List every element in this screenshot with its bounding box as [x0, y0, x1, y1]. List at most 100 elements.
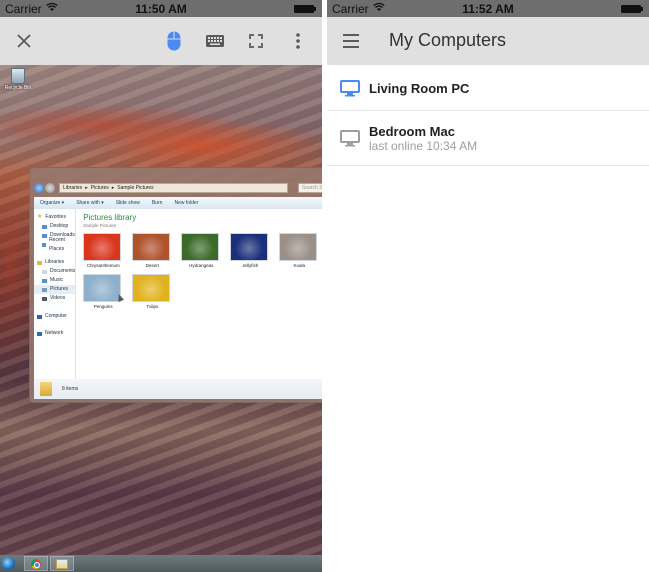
- music-icon: [42, 278, 47, 283]
- status-bar: Carrier 11:50 AM: [0, 0, 322, 17]
- computer-icon: [37, 314, 42, 319]
- nav-recent-places[interactable]: Recent Places: [34, 237, 75, 252]
- clock: 11:52 AM: [462, 2, 514, 16]
- nav-computer[interactable]: Computer: [34, 312, 75, 321]
- back-button[interactable]: [34, 183, 44, 193]
- nav-videos[interactable]: Videos: [34, 294, 75, 303]
- computer-name: Bedroom Mac: [369, 124, 455, 139]
- picture-image: [181, 233, 220, 261]
- remote-desktop[interactable]: Recycle Bin Libraries ▸ Pictures ▸ Sampl…: [0, 65, 322, 572]
- mouse-mode-button[interactable]: [156, 17, 192, 65]
- picture-thumbnail[interactable]: Koala: [279, 233, 319, 268]
- start-button[interactable]: [2, 557, 15, 570]
- taskbar-chrome[interactable]: [24, 556, 48, 571]
- picture-image: [230, 233, 269, 261]
- my-computers-screen: Carrier 11:52 AM My Computers Living Roo…: [327, 0, 649, 572]
- pictures-icon: [42, 287, 47, 292]
- more-options-button[interactable]: [280, 17, 316, 65]
- recent-places-icon: [42, 242, 47, 247]
- picture-image: [132, 233, 171, 261]
- picture-thumbnail[interactable]: Desert: [132, 233, 172, 268]
- breadcrumb-libraries[interactable]: Libraries: [63, 184, 82, 192]
- chrome-icon: [31, 558, 41, 569]
- nav-desktop[interactable]: Desktop: [34, 222, 75, 231]
- organize-button[interactable]: Organize ▾: [40, 200, 64, 206]
- clock: 11:50 AM: [135, 2, 187, 16]
- session-toolbar: [0, 17, 322, 65]
- more-vertical-icon: [296, 33, 300, 49]
- app-bar: My Computers: [327, 17, 649, 65]
- picture-caption: Tulips: [146, 304, 159, 309]
- item-count: 8 items: [62, 386, 79, 392]
- share-with-button[interactable]: Share with ▾: [76, 200, 104, 206]
- windows-taskbar: [0, 555, 322, 572]
- breadcrumb-sample-pictures[interactable]: Sample Pictures: [117, 184, 153, 192]
- explorer-window[interactable]: Libraries ▸ Pictures ▸ Sample Pictures S…: [29, 167, 322, 403]
- recycle-bin[interactable]: Recycle Bin: [3, 68, 33, 91]
- monitor-icon: [340, 80, 360, 97]
- address-row: Libraries ▸ Pictures ▸ Sample Pictures S…: [34, 182, 322, 194]
- picture-caption: Koala: [293, 263, 306, 268]
- libraries-icon: [37, 260, 42, 265]
- nav-pictures[interactable]: Pictures: [34, 285, 76, 294]
- picture-caption: Desert: [145, 263, 159, 268]
- recycle-bin-icon: [11, 68, 25, 84]
- documents-icon: [42, 269, 47, 274]
- picture-image: [83, 233, 122, 261]
- taskbar-explorer[interactable]: [50, 556, 74, 571]
- slide-show-button[interactable]: Slide show: [116, 200, 140, 206]
- star-icon: ★: [37, 214, 43, 220]
- address-bar[interactable]: Libraries ▸ Pictures ▸ Sample Pictures: [59, 183, 288, 193]
- keyboard-icon: [206, 35, 224, 47]
- remote-session-screen: Carrier 11:50 AM Recycle Bin Libraries ▸…: [0, 0, 322, 572]
- command-bar: Organize ▾ Share with ▾ Slide show Burn …: [34, 197, 322, 209]
- picture-thumbnail[interactable]: Hydrangeas: [181, 233, 221, 268]
- explorer-search-input[interactable]: Search Sa: [298, 183, 322, 193]
- fullscreen-button[interactable]: [238, 17, 274, 65]
- computer-name: Living Room PC: [369, 81, 470, 96]
- breadcrumb-pictures[interactable]: Pictures: [91, 184, 109, 192]
- picture-thumbnail[interactable]: Jellyfish: [230, 233, 270, 268]
- computer-item-living-room-pc[interactable]: Living Room PC: [327, 65, 649, 111]
- explorer-body: ★ Favorites Desktop Downloads Recent Plac…: [34, 209, 322, 379]
- hamburger-menu-icon[interactable]: [339, 29, 363, 53]
- computer-list: Living Room PC Bedroom Mac last online 1…: [327, 65, 649, 166]
- picture-caption: Chrysanthemum: [86, 263, 120, 268]
- details-pane: 8 items: [34, 379, 322, 399]
- navigation-pane: ★ Favorites Desktop Downloads Recent Plac…: [34, 209, 77, 379]
- picture-thumbnail[interactable]: Chrysanthemum: [83, 233, 123, 268]
- picture-thumbnail[interactable]: Penguins: [83, 274, 123, 309]
- keyboard-button[interactable]: [197, 17, 233, 65]
- picture-caption: Jellyfish: [242, 263, 259, 268]
- new-folder-button[interactable]: New folder: [174, 200, 198, 206]
- library-title: Pictures library: [83, 213, 137, 222]
- folder-icon: [40, 382, 52, 396]
- desktop-icon: [42, 224, 47, 229]
- nav-documents[interactable]: Documents: [34, 267, 75, 276]
- nav-favorites[interactable]: ★ Favorites: [34, 213, 75, 222]
- picture-image: [83, 274, 122, 302]
- fullscreen-icon: [249, 34, 263, 48]
- recycle-bin-label: Recycle Bin: [4, 85, 32, 91]
- nav-music[interactable]: Music: [34, 276, 75, 285]
- computer-item-bedroom-mac[interactable]: Bedroom Mac last online 10:34 AM: [327, 111, 649, 166]
- file-list: Pictures library Sample Pictures Chrysan…: [76, 209, 322, 379]
- close-session-button[interactable]: [6, 17, 42, 65]
- battery-icon: [621, 5, 643, 13]
- monitor-icon: [340, 130, 360, 147]
- picture-image: [279, 233, 318, 261]
- picture-image: [132, 274, 171, 302]
- picture-caption: Penguins: [93, 304, 113, 309]
- burn-button[interactable]: Burn: [152, 200, 163, 206]
- downloads-icon: [42, 233, 47, 238]
- forward-button[interactable]: [45, 183, 55, 193]
- nav-libraries[interactable]: Libraries: [34, 258, 75, 267]
- last-online-status: last online 10:34 AM: [369, 139, 478, 153]
- battery-icon: [294, 5, 316, 13]
- network-icon: [37, 331, 42, 336]
- nav-network[interactable]: Network: [34, 329, 75, 338]
- mouse-icon: [167, 31, 181, 51]
- explorer-icon: [56, 558, 68, 569]
- picture-caption: Hydrangeas: [189, 263, 214, 268]
- picture-thumbnail[interactable]: Tulips: [132, 274, 172, 309]
